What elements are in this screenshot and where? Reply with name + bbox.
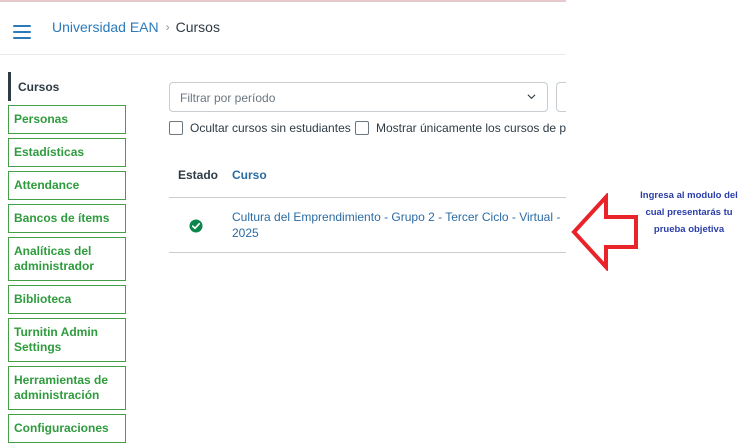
breadcrumb-separator: › — [165, 20, 170, 34]
sidebar-item-cursos[interactable]: Cursos — [8, 72, 126, 101]
sidebar-item-personas[interactable]: Personas — [8, 105, 126, 134]
published-check-icon — [189, 219, 203, 233]
breadcrumb-current: Cursos — [175, 19, 220, 35]
breadcrumb: Universidad EAN › Cursos — [52, 19, 220, 35]
top-border — [0, 0, 566, 2]
viewport-clip — [566, 60, 752, 140]
show-only-checkbox[interactable] — [355, 121, 369, 135]
sidebar-item-herramientas[interactable]: Herramientas de administración — [8, 366, 126, 410]
chevron-down-icon — [527, 94, 536, 100]
sidebar-item-configuraciones[interactable]: Configuraciones — [8, 414, 126, 443]
header-divider — [0, 54, 566, 55]
hamburger-menu-icon[interactable] — [13, 25, 31, 39]
sidebar-item-analiticas[interactable]: Analíticas del administrador — [8, 237, 126, 281]
table-row-divider — [169, 252, 566, 253]
sidebar-item-biblioteca[interactable]: Biblioteca — [8, 285, 126, 314]
hide-empty-courses-label: Ocultar cursos sin estudiantes — [190, 121, 351, 135]
instruction-annotation: Ingresa al modulo del cual presentarás t… — [640, 190, 738, 235]
hide-empty-courses-checkbox[interactable] — [169, 121, 183, 135]
hide-empty-courses-option: Ocultar cursos sin estudiantes — [169, 121, 351, 135]
breadcrumb-root-link[interactable]: Universidad EAN — [52, 19, 159, 35]
red-arrow-left-icon — [571, 193, 638, 271]
column-header-curso[interactable]: Curso — [232, 168, 267, 182]
period-filter-select[interactable]: Filtrar por período — [169, 82, 548, 112]
sidebar-item-bancos-de-items[interactable]: Bancos de ítems — [8, 204, 126, 233]
period-filter-placeholder: Filtrar por período — [180, 91, 276, 105]
course-link[interactable]: Cultura del Emprendimiento - Grupo 2 - T… — [232, 209, 562, 241]
column-header-estado: Estado — [178, 168, 219, 182]
show-only-label: Mostrar únicamente los cursos de pr — [376, 121, 571, 135]
account-navigation: Cursos Personas Estadísticas Attendance … — [8, 72, 126, 443]
table-header-divider — [169, 197, 566, 198]
sidebar-item-attendance[interactable]: Attendance — [8, 171, 126, 200]
show-only-option: Mostrar únicamente los cursos de pr — [355, 121, 570, 135]
sidebar-item-turnitin[interactable]: Turnitin Admin Settings — [8, 318, 126, 362]
sidebar-item-estadisticas[interactable]: Estadísticas — [8, 138, 126, 167]
